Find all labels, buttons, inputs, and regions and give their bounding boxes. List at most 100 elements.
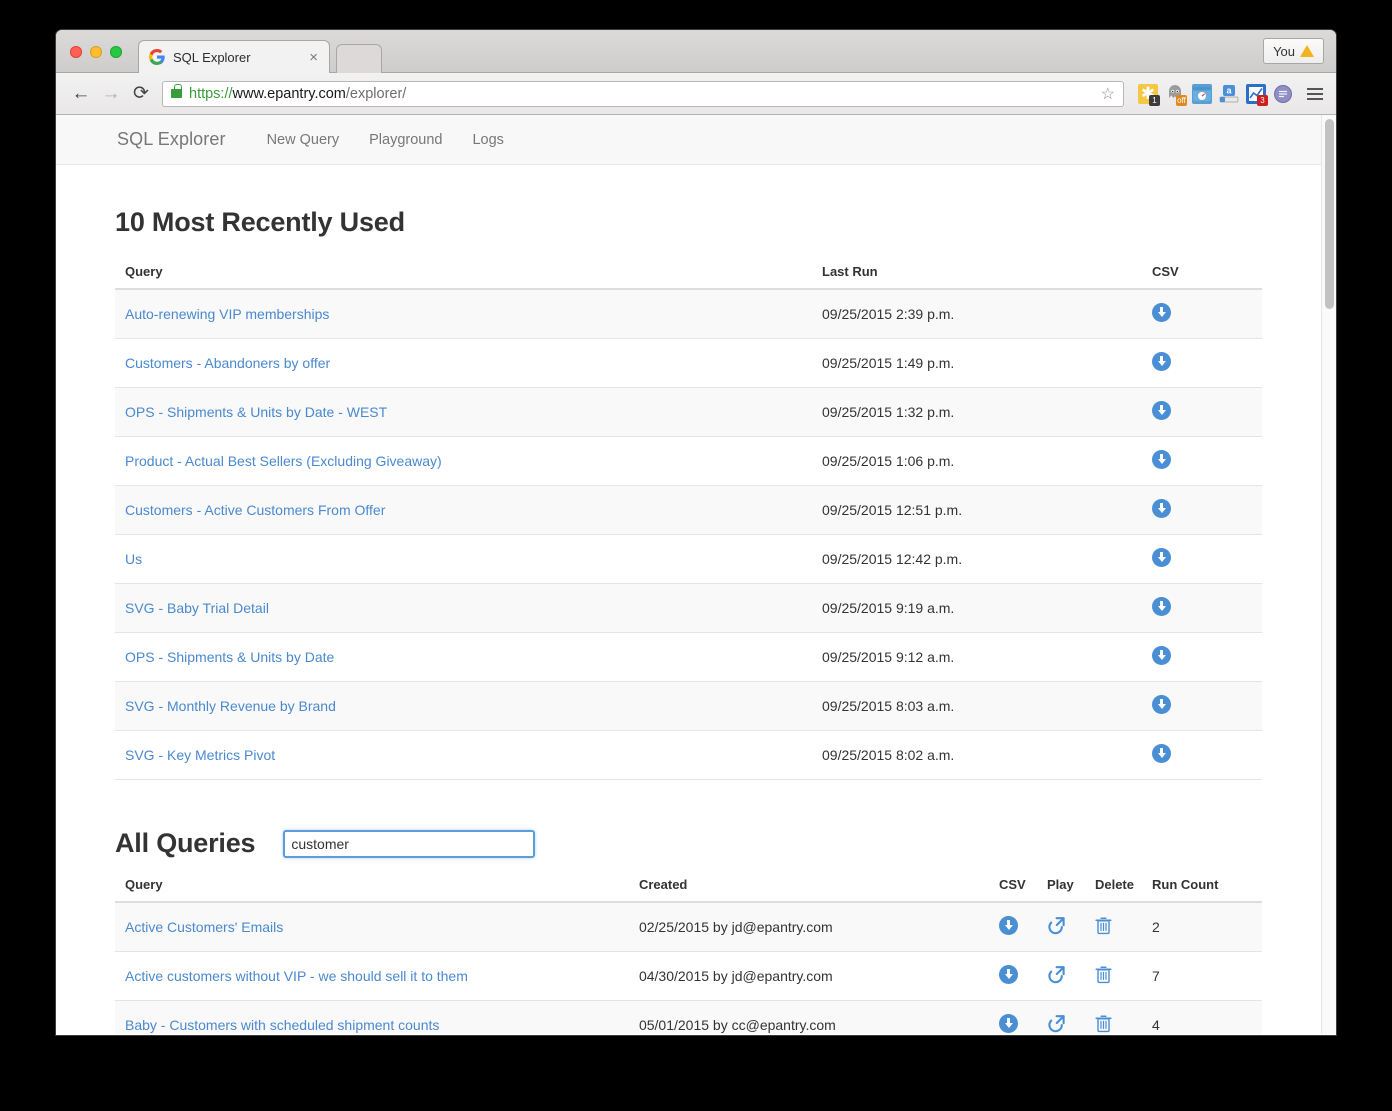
- created-cell: 04/30/2015 by jd@epantry.com: [628, 951, 989, 1001]
- hamburger-menu-icon[interactable]: [1304, 87, 1326, 100]
- nav-link-logs[interactable]: Logs: [457, 132, 518, 148]
- all-queries-header: All Queries: [115, 828, 1262, 859]
- query-cell: SVG - Monthly Revenue by Brand: [115, 681, 812, 731]
- window-controls: [70, 46, 122, 58]
- lock-icon: [171, 84, 182, 98]
- download-icon[interactable]: [1152, 597, 1171, 616]
- download-icon[interactable]: [1152, 352, 1171, 371]
- search-input[interactable]: [283, 829, 536, 858]
- column-header-last-run: Last Run: [812, 256, 1142, 290]
- browser-toolbar: ← → ⟳ https://www.epantry.com/explorer/ …: [56, 73, 1336, 115]
- query-link[interactable]: Baby - Customers with scheduled shipment…: [125, 1017, 439, 1033]
- close-tab-button[interactable]: ×: [306, 50, 321, 65]
- maximize-window-button[interactable]: [110, 46, 122, 58]
- evernote-web-clipper-icon[interactable]: [1273, 84, 1293, 104]
- last-run-cell: 09/25/2015 12:51 p.m.: [812, 485, 1142, 535]
- profile-button[interactable]: You: [1263, 38, 1324, 64]
- back-button[interactable]: ←: [66, 79, 96, 109]
- download-icon[interactable]: [1152, 401, 1171, 420]
- csv-cell: [1142, 387, 1262, 437]
- query-cell: Customers - Active Customers From Offer: [115, 485, 812, 535]
- amazon-assistant-extension-icon[interactable]: a: [1219, 84, 1239, 104]
- recently-used-table-body: Auto-renewing VIP memberships 09/25/2015 …: [115, 289, 1262, 780]
- download-icon[interactable]: [1152, 646, 1171, 665]
- query-link[interactable]: SVG - Baby Trial Detail: [125, 600, 269, 616]
- nav-link-new-query[interactable]: New Query: [252, 132, 355, 148]
- page-scrollbar[interactable]: [1321, 115, 1336, 1034]
- delete-cell: [1084, 1000, 1142, 1034]
- external-link-icon[interactable]: [1047, 916, 1066, 935]
- browser-tab[interactable]: SQL Explorer ×: [138, 40, 330, 73]
- ghostery-extension-icon[interactable]: off: [1165, 84, 1187, 106]
- all-queries-heading: All Queries: [115, 828, 256, 858]
- download-icon[interactable]: [998, 916, 1018, 935]
- column-header-query: Query: [115, 256, 812, 290]
- site-brand[interactable]: SQL Explorer: [117, 129, 226, 150]
- tab-title: SQL Explorer: [173, 49, 251, 65]
- download-icon[interactable]: [1152, 695, 1171, 714]
- query-link[interactable]: Us: [125, 551, 142, 567]
- query-cell: Active Customers' Emails: [115, 902, 629, 952]
- download-icon[interactable]: [1152, 744, 1171, 763]
- close-window-button[interactable]: [70, 46, 82, 58]
- query-link[interactable]: SVG - Monthly Revenue by Brand: [125, 698, 336, 714]
- play-cell: [1036, 1000, 1085, 1034]
- nav-link-playground[interactable]: Playground: [354, 132, 457, 148]
- query-link[interactable]: Auto-renewing VIP memberships: [125, 306, 329, 322]
- csv-cell: [1142, 681, 1262, 731]
- csv-cell: [1142, 632, 1262, 682]
- browser-window: SQL Explorer × You ← → ⟳ https://www.epa…: [56, 30, 1336, 1035]
- csv-cell: [988, 951, 1037, 1001]
- table-row: SVG - Key Metrics Pivot 09/25/2015 8:02 a…: [115, 730, 1262, 780]
- trash-icon[interactable]: [1095, 1014, 1112, 1033]
- forward-button[interactable]: →: [96, 79, 126, 109]
- trash-icon[interactable]: [1095, 965, 1112, 984]
- download-icon[interactable]: [1152, 303, 1171, 322]
- trash-icon[interactable]: [1095, 916, 1112, 935]
- table-row: SVG - Monthly Revenue by Brand 09/25/2015…: [115, 681, 1262, 731]
- query-cell: Product - Actual Best Sellers (Excluding…: [115, 436, 812, 486]
- run-count-cell: 7: [1142, 951, 1262, 1001]
- minimize-window-button[interactable]: [90, 46, 102, 58]
- query-link[interactable]: Active Customers' Emails: [125, 919, 283, 935]
- table-row: SVG - Baby Trial Detail 09/25/2015 9:19 a…: [115, 583, 1262, 633]
- last-run-cell: 09/25/2015 1:49 p.m.: [812, 338, 1142, 388]
- star-icon[interactable]: ☆: [1101, 84, 1117, 104]
- table-row: Customers - Active Customers From Offer 0…: [115, 485, 1262, 535]
- query-link[interactable]: Active customers without VIP - we should…: [125, 968, 468, 984]
- csv-cell: [988, 1000, 1037, 1034]
- download-icon[interactable]: [1152, 499, 1171, 518]
- play-cell: [1036, 902, 1085, 952]
- last-run-cell: 09/25/2015 12:42 p.m.: [812, 534, 1142, 584]
- table-row: OPS - Shipments & Units by Date - WEST 09…: [115, 387, 1262, 437]
- new-tab-button[interactable]: [336, 44, 382, 73]
- address-bar[interactable]: https://www.epantry.com/explorer/ ☆: [162, 80, 1124, 107]
- evernote-extension-icon[interactable]: ✱ 1: [1138, 83, 1160, 106]
- download-icon[interactable]: [1152, 548, 1171, 567]
- reload-button[interactable]: ⟳: [126, 79, 156, 109]
- download-icon[interactable]: [998, 965, 1018, 984]
- download-icon[interactable]: [1152, 450, 1171, 469]
- speed-dial-extension-icon[interactable]: [1192, 83, 1212, 104]
- column-header-run-count: Run Count: [1142, 869, 1262, 903]
- query-link[interactable]: Customers - Active Customers From Offer: [125, 502, 385, 518]
- query-link[interactable]: OPS - Shipments & Units by Date - WEST: [125, 404, 387, 420]
- query-link[interactable]: Product - Actual Best Sellers (Excluding…: [125, 453, 442, 469]
- created-cell: 05/01/2015 by cc@epantry.com: [628, 1000, 989, 1034]
- external-link-icon[interactable]: [1047, 965, 1066, 984]
- page-content: SQL Explorer New Query Playground Logs 1…: [56, 115, 1321, 1034]
- column-header-query: Query: [115, 869, 629, 903]
- query-link[interactable]: Customers - Abandoners by offer: [125, 355, 330, 371]
- csv-cell: [988, 902, 1037, 952]
- analytics-extension-icon[interactable]: 3: [1246, 83, 1268, 106]
- query-link[interactable]: OPS - Shipments & Units by Date: [125, 649, 334, 665]
- scrollbar-thumb[interactable]: [1325, 119, 1334, 309]
- external-link-icon[interactable]: [1047, 1014, 1066, 1033]
- run-count-cell: 2: [1142, 902, 1262, 952]
- last-run-cell: 09/25/2015 8:03 a.m.: [812, 681, 1142, 731]
- download-icon[interactable]: [998, 1014, 1018, 1033]
- query-link[interactable]: SVG - Key Metrics Pivot: [125, 747, 275, 763]
- table-header-row: Query Last Run CSV: [115, 256, 1262, 290]
- column-header-created: Created: [628, 869, 989, 903]
- column-header-play: Play: [1036, 869, 1085, 903]
